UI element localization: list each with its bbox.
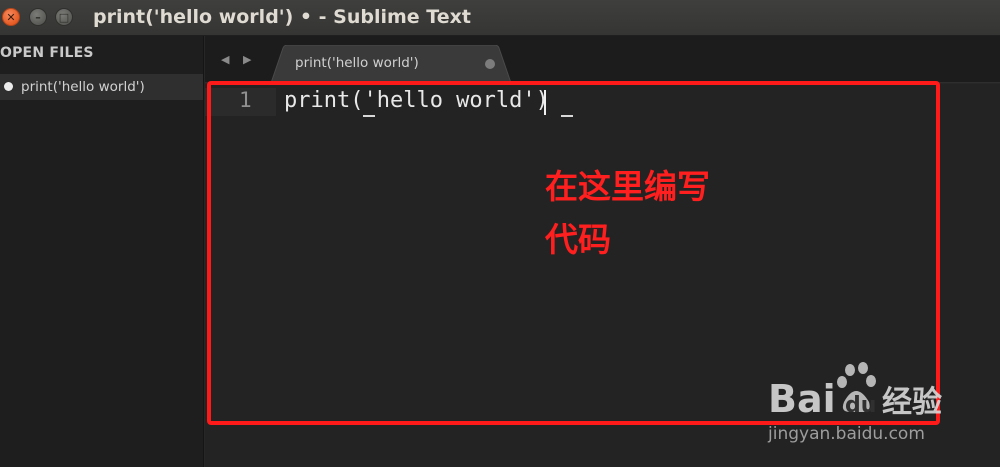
close-icon: ✕ — [6, 10, 16, 24]
modified-dot-icon — [4, 82, 13, 91]
tab-bar: ◀ ▶ print('hello world') — [205, 36, 1000, 83]
tab-label: print('hello world') — [295, 55, 419, 71]
svg-text:du: du — [845, 393, 876, 418]
baidu-jingyan-logo: Bai du 经验 — [768, 362, 942, 421]
sublime-window: ✕ – □ print('hello world') • - Sublime T… — [0, 0, 1000, 467]
unsaved-dot-icon[interactable] — [485, 59, 495, 69]
svg-text:经验: 经验 — [882, 385, 942, 420]
window-title: print('hello world') • - Sublime Text — [93, 6, 471, 28]
maximize-window-button[interactable]: □ — [55, 8, 73, 26]
title-bar: ✕ – □ print('hello world') • - Sublime T… — [0, 0, 1000, 36]
minimize-icon: – — [35, 10, 41, 24]
annotation-text: 代码 — [545, 220, 611, 259]
open-files-heading: OPEN FILES — [0, 45, 94, 61]
sidebar-item-label: print('hello world') — [21, 79, 145, 95]
tab-active-file[interactable]: print('hello world') — [271, 45, 511, 83]
close-window-button[interactable]: ✕ — [2, 8, 20, 26]
sidebar-item-open-file[interactable]: print('hello world') — [0, 74, 203, 100]
tab-scroll-left-icon[interactable]: ◀ — [221, 53, 229, 66]
tab-scroll-right-icon[interactable]: ▶ — [243, 53, 251, 66]
watermark-url: jingyan.baidu.com — [768, 424, 925, 444]
minimize-window-button[interactable]: – — [29, 8, 47, 26]
sidebar: OPEN FILES print('hello world') — [0, 36, 204, 467]
svg-text:Bai: Bai — [768, 377, 836, 421]
annotation-text: 在这里编写 — [545, 167, 710, 206]
maximize-icon: □ — [58, 10, 70, 24]
